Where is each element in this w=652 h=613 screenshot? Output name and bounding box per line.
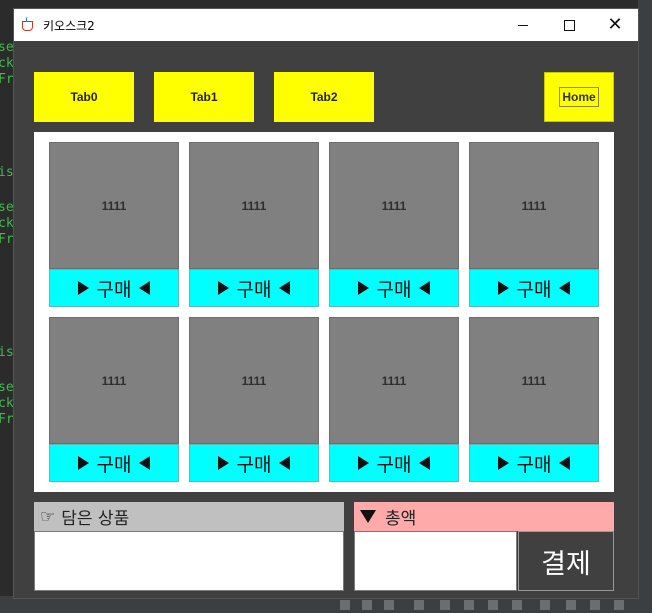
left-triangle-icon [419, 281, 431, 295]
maximize-button[interactable] [546, 9, 592, 41]
product-image[interactable]: 1111 [189, 142, 319, 269]
home-button-label: Home [559, 87, 599, 107]
product-image[interactable]: 1111 [329, 317, 459, 444]
product-card: 1111 구매 [189, 317, 319, 482]
cart-list[interactable] [34, 531, 344, 591]
background-ide: se ck Fr is se ck Fr is se ck Fr [0, 0, 14, 613]
window-controls: ✕ [500, 9, 638, 41]
right-triangle-icon [77, 281, 89, 295]
buy-button[interactable]: 구매 [49, 269, 179, 307]
product-image[interactable]: 1111 [469, 317, 599, 444]
buy-button-label: 구매 [376, 454, 412, 476]
total-header: 총액 [354, 502, 614, 531]
product-image[interactable]: 1111 [49, 142, 179, 269]
cart-header: ☞ 담은 상품 [34, 502, 344, 531]
close-icon: ✕ [607, 14, 623, 35]
maximize-icon [563, 19, 575, 31]
product-card: 1111 구매 [469, 142, 599, 307]
buy-button[interactable]: 구매 [189, 444, 319, 482]
left-triangle-icon [139, 456, 151, 470]
pay-button[interactable]: 결제 [518, 531, 614, 591]
product-image[interactable]: 1111 [329, 142, 459, 269]
product-card: 1111 구매 [469, 317, 599, 482]
down-triangle-icon [360, 510, 376, 523]
background-ide-right [638, 0, 652, 613]
product-card: 1111 구매 [189, 142, 319, 307]
kiosk-window: 키오스크2 ✕ Tab0 Tab1 Tab2 Home 1111 구매 1111… [13, 8, 639, 599]
left-triangle-icon [559, 456, 571, 470]
minimize-icon [518, 24, 528, 26]
cart-title: 담은 상품 [61, 509, 130, 529]
home-button[interactable]: Home [544, 72, 614, 122]
buy-button-label: 구매 [376, 279, 412, 301]
buy-button-label: 구매 [516, 279, 552, 301]
right-triangle-icon [357, 281, 369, 295]
right-triangle-icon [77, 456, 89, 470]
right-triangle-icon [217, 456, 229, 470]
minimize-button[interactable] [500, 9, 546, 41]
product-card: 1111 구매 [329, 317, 459, 482]
left-triangle-icon [139, 281, 151, 295]
product-image[interactable]: 1111 [49, 317, 179, 444]
right-triangle-icon [357, 456, 369, 470]
product-image[interactable]: 1111 [189, 317, 319, 444]
tab-2-button[interactable]: Tab2 [274, 72, 374, 122]
buy-button[interactable]: 구매 [329, 444, 459, 482]
buy-button[interactable]: 구매 [469, 269, 599, 307]
tab-1-button[interactable]: Tab1 [154, 72, 254, 122]
pointing-hand-icon: ☞ [40, 506, 56, 527]
tab-0-button[interactable]: Tab0 [34, 72, 134, 122]
left-triangle-icon [279, 456, 291, 470]
right-triangle-icon [497, 281, 509, 295]
right-triangle-icon [497, 456, 509, 470]
left-triangle-icon [419, 456, 431, 470]
total-title: 총액 [385, 509, 417, 529]
close-button[interactable]: ✕ [592, 9, 638, 41]
product-card: 1111 구매 [329, 142, 459, 307]
product-card: 1111 구매 [49, 317, 179, 482]
java-app-icon [21, 17, 37, 33]
buy-button-label: 구매 [96, 279, 132, 301]
product-card: 1111 구매 [49, 142, 179, 307]
window-title: 키오스크2 [43, 18, 95, 33]
buy-button[interactable]: 구매 [329, 269, 459, 307]
left-triangle-icon [559, 281, 571, 295]
product-image[interactable]: 1111 [469, 142, 599, 269]
buy-button-label: 구매 [516, 454, 552, 476]
buy-button[interactable]: 구매 [49, 444, 179, 482]
title-bar[interactable]: 키오스크2 ✕ [14, 9, 638, 41]
buy-button[interactable]: 구매 [469, 444, 599, 482]
buy-button-label: 구매 [236, 279, 272, 301]
right-triangle-icon [217, 281, 229, 295]
buy-button[interactable]: 구매 [189, 269, 319, 307]
buy-button-label: 구매 [96, 454, 132, 476]
buy-button-label: 구매 [236, 454, 272, 476]
left-triangle-icon [279, 281, 291, 295]
product-grid: 1111 구매 1111 구매 1111 구매 1111 구매 1111 구매 … [34, 132, 614, 492]
total-amount-field[interactable] [354, 531, 517, 591]
